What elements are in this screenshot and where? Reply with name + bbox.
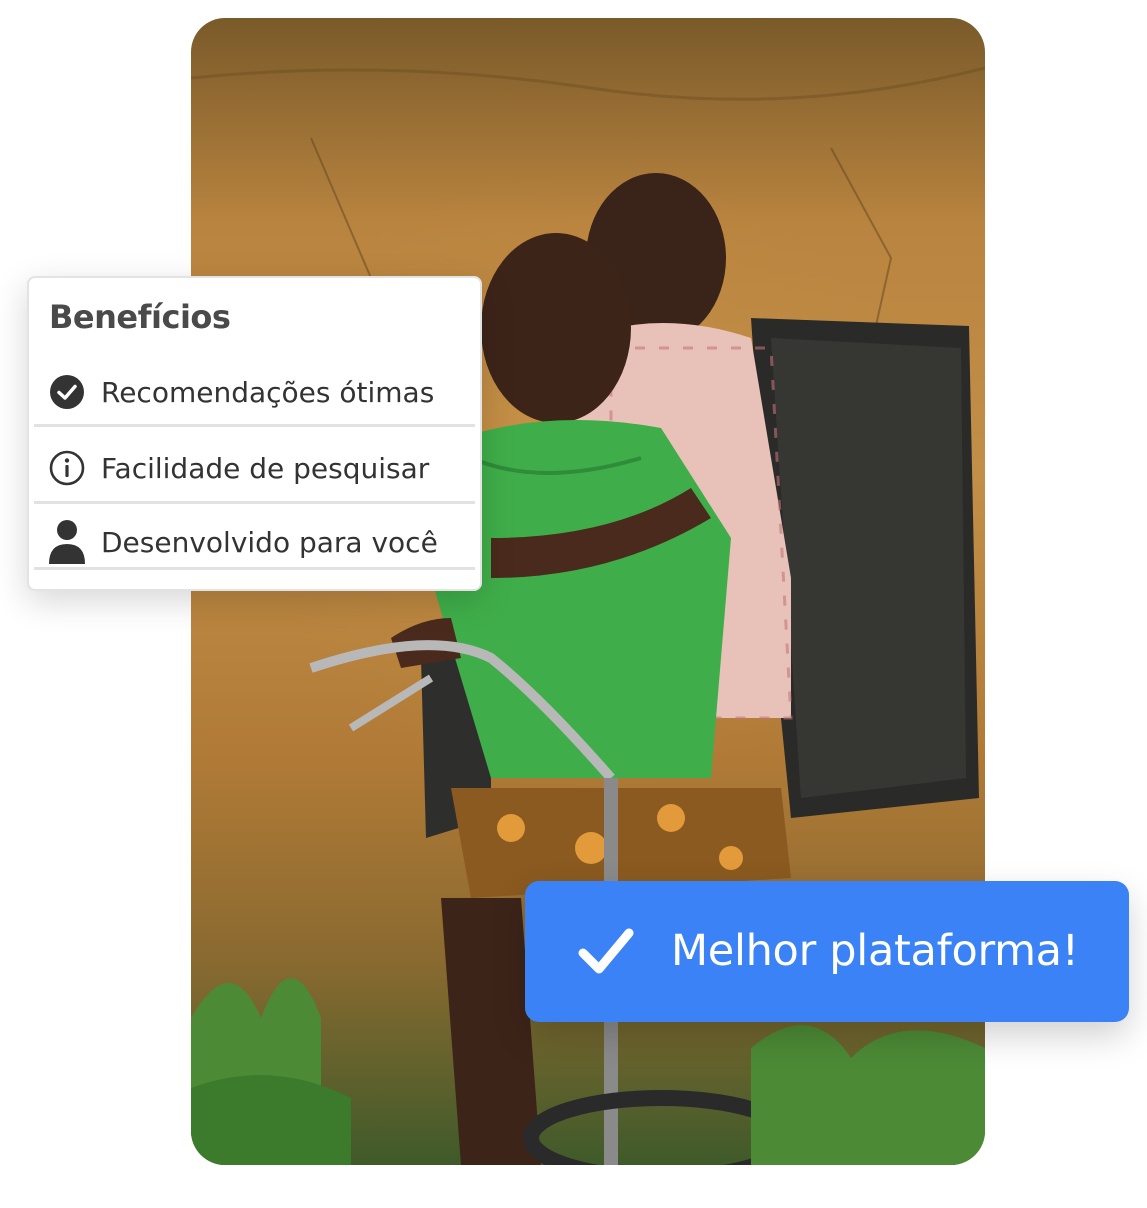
benefits-title: Benefícios	[49, 298, 231, 336]
divider	[34, 567, 475, 570]
divider	[34, 424, 475, 427]
benefit-label: Facilidade de pesquisar	[101, 451, 430, 485]
user-icon	[49, 520, 85, 564]
best-platform-badge[interactable]: Melhor plataforma!	[525, 881, 1129, 1022]
checkmark-icon	[577, 925, 635, 977]
benefit-label: Desenvolvido para você	[101, 525, 438, 559]
info-circle-icon	[49, 450, 85, 486]
check-circle-icon	[49, 374, 85, 410]
badge-label: Melhor plataforma!	[671, 926, 1079, 976]
benefit-label: Recomendações ótimas	[101, 375, 435, 409]
benefit-item-search: Facilidade de pesquisar	[29, 430, 480, 506]
benefits-card: Benefícios Recomendações ótimas Facilida…	[27, 276, 482, 591]
benefit-item-recommendations: Recomendações ótimas	[29, 354, 480, 430]
